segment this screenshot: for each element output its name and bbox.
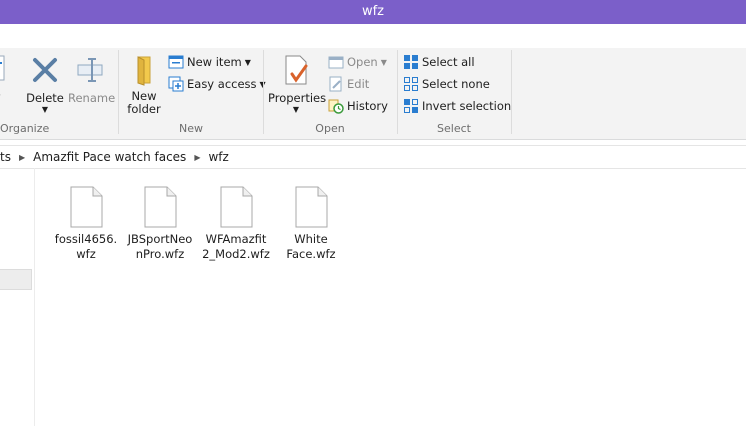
open-dropdown-icon: ▼ <box>380 57 387 67</box>
new-folder-button[interactable]: New folder <box>124 54 164 116</box>
group-label-organize: Organize <box>0 122 50 135</box>
nav-selected-item[interactable] <box>0 269 32 290</box>
open-icon <box>328 56 344 69</box>
select-all-button[interactable]: Select all <box>403 53 475 71</box>
delete-button[interactable]: Delete ▼ <box>26 54 64 114</box>
file-item[interactable]: White Face.wfz <box>277 186 345 262</box>
ribbon: y Delete ▼ Rename Organize New folder Ne… <box>0 48 746 140</box>
file-item[interactable]: fossil4656.wfz <box>52 186 120 262</box>
breadcrumb: ts ▶ Amazfit Pace watch faces ▶ wfz <box>0 146 229 168</box>
rename-icon <box>77 58 103 82</box>
new-item-label: New item <box>187 55 242 69</box>
navigation-pane[interactable] <box>0 168 35 426</box>
open-label: Open <box>347 55 378 69</box>
new-item-dropdown-icon: ▼ <box>244 57 251 67</box>
select-all-label: Select all <box>422 55 475 69</box>
ribbon-tab-strip <box>0 24 746 49</box>
file-name: White Face.wfz <box>286 232 336 261</box>
group-label-new: New <box>179 122 203 135</box>
file-name: fossil4656.wfz <box>54 232 118 261</box>
new-folder-label-2: folder <box>127 102 161 116</box>
breadcrumb-item[interactable]: Amazfit Pace watch faces <box>33 150 186 164</box>
chevron-right-icon[interactable]: ▶ <box>194 153 200 162</box>
title-bar: wfz <box>0 0 746 24</box>
delete-label: Delete <box>26 91 64 105</box>
copy-icon <box>0 55 5 81</box>
select-all-icon <box>404 55 418 69</box>
file-item[interactable]: JBSportNeonPro.wfz <box>126 186 194 262</box>
history-button[interactable]: History <box>328 97 388 115</box>
edit-icon <box>329 76 342 92</box>
history-icon <box>328 99 344 114</box>
invert-selection-icon <box>404 99 418 113</box>
chevron-right-icon[interactable]: ▶ <box>19 153 25 162</box>
address-bar[interactable]: ts ▶ Amazfit Pace watch faces ▶ wfz <box>0 145 746 169</box>
copy-button[interactable]: y <box>0 54 10 104</box>
copy-label: y <box>0 90 1 104</box>
breadcrumb-item[interactable]: wfz <box>208 150 228 164</box>
easy-access-label: Easy access <box>187 77 257 91</box>
folder-icon <box>137 56 151 86</box>
select-none-icon <box>404 77 418 91</box>
invert-selection-label: Invert selection <box>422 99 512 113</box>
group-divider <box>118 50 119 134</box>
file-name: JBSportNeonPro.wfz <box>127 232 193 261</box>
file-icon <box>220 186 253 228</box>
properties-button[interactable]: Properties ▼ <box>268 54 327 114</box>
rename-button[interactable]: Rename <box>68 54 116 105</box>
file-icon <box>295 186 328 228</box>
breadcrumb-item[interactable]: ts <box>0 150 11 164</box>
properties-icon <box>285 55 308 85</box>
easy-access-icon <box>168 76 184 92</box>
delete-dropdown-icon: ▼ <box>41 105 49 114</box>
select-none-label: Select none <box>422 77 490 91</box>
easy-access-button[interactable]: Easy access ▼ <box>168 75 266 93</box>
properties-dropdown-icon: ▼ <box>292 105 300 114</box>
file-name: WFAmazfit2_Mod2.wfz <box>202 232 270 261</box>
file-icon <box>70 186 103 228</box>
delete-icon <box>33 58 57 82</box>
window-title: wfz <box>361 4 385 19</box>
file-icon <box>144 186 177 228</box>
group-label-open: Open <box>315 122 345 135</box>
group-divider <box>511 50 512 134</box>
open-button[interactable]: Open ▼ <box>328 53 387 71</box>
properties-label: Properties <box>268 91 327 105</box>
select-none-button[interactable]: Select none <box>403 75 490 93</box>
edit-label: Edit <box>347 77 370 91</box>
rename-label: Rename <box>68 91 116 105</box>
group-label-select: Select <box>437 122 471 135</box>
new-item-button[interactable]: New item ▼ <box>168 53 251 71</box>
file-item[interactable]: WFAmazfit2_Mod2.wfz <box>202 186 270 262</box>
invert-selection-button[interactable]: Invert selection <box>403 97 511 115</box>
new-item-icon <box>168 55 184 69</box>
history-label: History <box>347 99 388 113</box>
edit-button[interactable]: Edit <box>328 75 369 93</box>
